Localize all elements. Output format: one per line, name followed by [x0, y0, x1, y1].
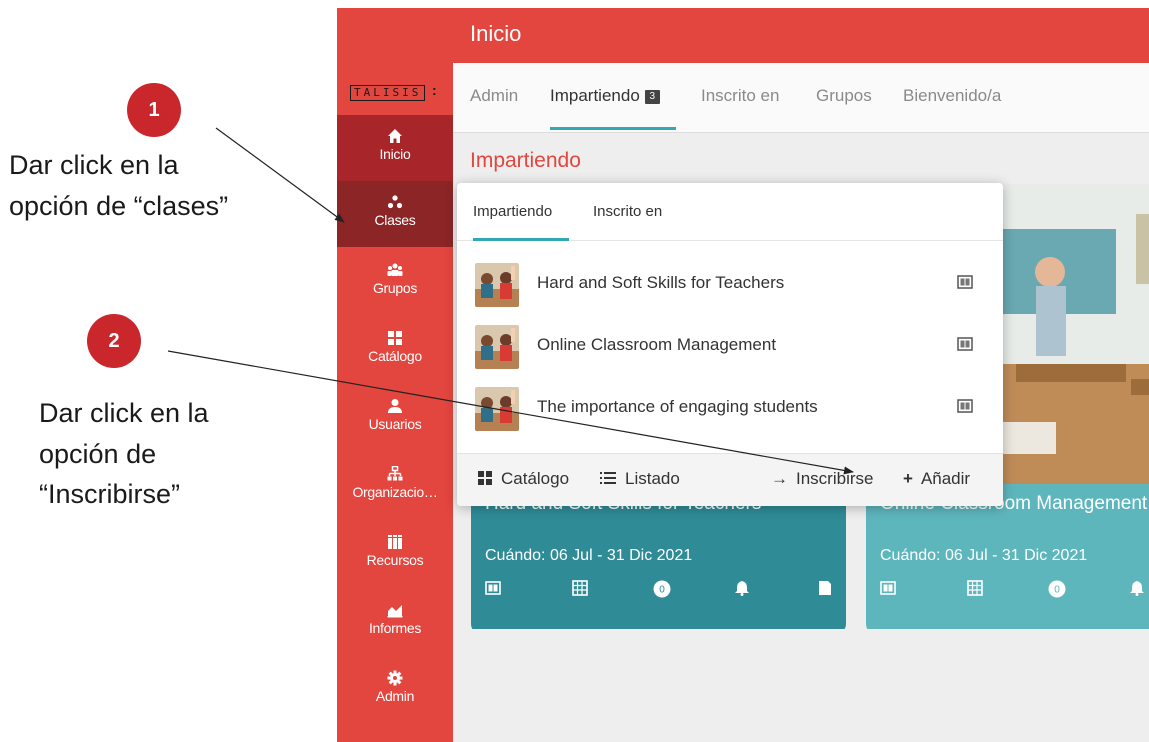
course-actions: 0	[880, 580, 1149, 598]
tutorial-screenshot: 1 Dar click en la opción de “clases” 2 D…	[0, 0, 1149, 742]
sidebar-item-label: Recursos	[366, 552, 424, 568]
sidebar-item-label: Informes	[368, 620, 422, 636]
sidebar-item-label: Clases	[374, 212, 416, 228]
enroll-button[interactable]: → Inscribirse	[771, 469, 873, 489]
arrow-right-icon: →	[771, 469, 788, 488]
menu-footer: Catálogo Listado → Inscribirse + Añadir	[457, 453, 1003, 506]
sidebar-item-clases[interactable]: Clases	[337, 181, 453, 247]
add-button[interactable]: + Añadir	[903, 469, 970, 489]
course-thumbnail	[475, 325, 519, 369]
course-dates: Cuándo: 06 Jul - 31 Dic 2021	[880, 547, 1088, 564]
menu-tab-inscrito-en[interactable]: Inscrito en	[593, 203, 662, 220]
user-icon	[388, 399, 402, 413]
count-zero-icon[interactable]: 0	[653, 580, 671, 603]
catalog-button[interactable]: Catálogo	[477, 469, 569, 489]
section-title: Impartiendo	[470, 149, 581, 172]
calendar-icon[interactable]	[967, 580, 983, 601]
groups-icon	[387, 263, 403, 276]
course-thumbnail	[475, 387, 519, 431]
classes-dropdown-menu: Impartiendo Inscrito en Hard and Soft Sk…	[457, 183, 1003, 506]
menu-course-title: The importance of engaging students	[537, 397, 818, 416]
menu-tab-impartiendo[interactable]: Impartiendo	[473, 203, 552, 220]
svg-text:0: 0	[659, 585, 665, 596]
enroll-button-label: Inscribirse	[796, 469, 874, 488]
tab-label: Impartiendo	[550, 86, 640, 105]
book-icon[interactable]	[957, 274, 973, 295]
classes-icon	[387, 195, 403, 209]
tab-impartiendo[interactable]: Impartiendo 3	[550, 86, 660, 106]
book-icon[interactable]	[880, 580, 896, 601]
page-title: Inicio	[470, 21, 522, 46]
reports-icon	[387, 605, 403, 618]
tab-grupos[interactable]: Grupos	[816, 86, 872, 106]
sidebar-item-label: Grupos	[372, 280, 418, 296]
tab-bienvenido[interactable]: Bienvenido/a	[903, 86, 1001, 106]
sidebar-item-label: Admin	[375, 688, 415, 704]
course-dates: Cuándo: 06 Jul - 31 Dic 2021	[485, 547, 693, 564]
tab-admin[interactable]: Admin	[470, 86, 518, 106]
sidebar: TALISIS : Inicio Clases Grupos Catálogo …	[337, 63, 453, 742]
count-zero-icon[interactable]: 0	[1048, 580, 1066, 603]
active-tab-indicator	[550, 127, 676, 130]
document-icon[interactable]	[817, 580, 833, 601]
top-bar: Inicio	[337, 8, 1149, 63]
sidebar-item-grupos[interactable]: Grupos	[337, 249, 453, 315]
svg-text:0: 0	[1054, 585, 1060, 596]
tab-inscrito-en[interactable]: Inscrito en	[701, 86, 779, 106]
sidebar-item-label: Organizacio…	[352, 484, 438, 500]
menu-tabs: Impartiendo Inscrito en	[457, 183, 1003, 241]
resources-icon	[388, 535, 402, 549]
sidebar-item-usuarios[interactable]: Usuarios	[337, 385, 453, 451]
grid-icon	[478, 471, 492, 485]
sidebar-item-admin[interactable]: Admin	[337, 657, 453, 723]
sidebar-item-label: Catálogo	[368, 348, 422, 364]
gear-icon	[387, 670, 403, 686]
bell-icon[interactable]	[734, 580, 750, 601]
menu-course-item[interactable]: Hard and Soft Skills for Teachers	[457, 253, 1003, 313]
calendar-icon[interactable]	[572, 580, 588, 601]
step-1-instruction: Dar click en la opción de “clases”	[9, 150, 229, 221]
book-icon[interactable]	[485, 580, 501, 601]
sidebar-item-recursos[interactable]: Recursos	[337, 521, 453, 587]
sidebar-item-label: Usuarios	[368, 416, 422, 432]
organization-icon	[387, 466, 403, 481]
sidebar-item-organizacion[interactable]: Organizacio…	[337, 453, 453, 519]
list-icon	[600, 472, 616, 484]
main-tabs: Admin Impartiendo 3 Inscrito en Grupos Bi…	[453, 63, 1149, 133]
menu-course-item[interactable]: Online Classroom Management	[457, 315, 1003, 375]
sidebar-item-label: Inicio	[379, 146, 411, 162]
add-button-label: Añadir	[920, 469, 971, 488]
menu-course-title: Hard and Soft Skills for Teachers	[537, 273, 785, 292]
book-icon[interactable]	[957, 398, 973, 419]
logo-mark: :	[432, 82, 437, 98]
step-1-badge: 1	[127, 83, 181, 137]
course-thumbnail	[475, 263, 519, 307]
step-2-badge: 2	[87, 314, 141, 368]
bell-icon[interactable]	[1129, 580, 1145, 601]
catalog-icon	[388, 331, 402, 345]
sidebar-item-informes[interactable]: Informes	[337, 589, 453, 655]
step-2-instruction: Dar click en la opción de “Inscribirse”	[39, 398, 209, 509]
talisis-logo: TALISIS	[350, 85, 426, 101]
list-button-label: Listado	[625, 469, 680, 488]
course-actions: 0	[485, 580, 833, 601]
list-button[interactable]: Listado	[599, 469, 680, 489]
menu-course-item[interactable]: The importance of engaging students	[457, 377, 1003, 437]
sidebar-item-inicio[interactable]: Inicio	[337, 115, 453, 181]
menu-course-title: Online Classroom Management	[537, 335, 777, 354]
book-icon[interactable]	[957, 336, 973, 357]
sidebar-item-catalogo[interactable]: Catálogo	[337, 317, 453, 383]
count-badge: 3	[644, 90, 660, 104]
menu-active-tab-indicator	[473, 238, 569, 241]
plus-icon: +	[903, 469, 913, 488]
home-icon	[388, 129, 402, 143]
catalog-button-label: Catálogo	[501, 469, 570, 488]
arrow-to-clases	[215, 127, 345, 223]
